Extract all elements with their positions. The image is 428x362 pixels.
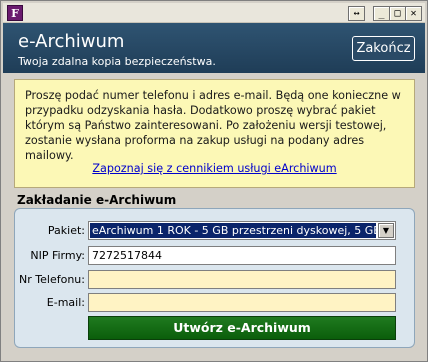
pricing-link[interactable]: Zapoznaj się z cennikiem usługi eArchiwu… xyxy=(15,162,414,175)
header: e-Archiwum Twoja zdalna kopia bezpieczeń… xyxy=(3,23,425,73)
package-select[interactable]: eArchiwum 1 ROK - 5 GB przestrzeni dysko… xyxy=(88,221,396,240)
phone-field[interactable] xyxy=(88,270,396,289)
info-box: Proszę podać numer telefonu i adres e-ma… xyxy=(14,79,415,188)
title-bar[interactable]: F ↔ _ □ ✕ xyxy=(3,3,425,23)
info-text: Proszę podać numer telefonu i adres e-ma… xyxy=(25,89,401,162)
package-selected-value: eArchiwum 1 ROK - 5 GB przestrzeni dysko… xyxy=(90,223,376,238)
app-icon: F xyxy=(7,5,23,21)
package-label: Pakiet: xyxy=(47,224,85,237)
resize-icon[interactable]: ↔ xyxy=(348,6,365,21)
nip-label: NIP Firmy: xyxy=(30,249,85,262)
email-label: E-mail: xyxy=(46,296,85,309)
app-subtitle: Twoja zdalna kopia bezpieczeństwa. xyxy=(18,55,216,68)
close-window-button[interactable]: ✕ xyxy=(405,6,422,21)
create-archive-button[interactable]: Utwórz e-Archiwum xyxy=(88,316,396,340)
section-title: Zakładanie e-Archiwum xyxy=(17,193,177,207)
app-window: F ↔ _ □ ✕ e-Archiwum Twoja zdalna kopia … xyxy=(0,0,428,362)
signup-form: Pakiet: eArchiwum 1 ROK - 5 GB przestrze… xyxy=(14,208,415,348)
app-title: e-Archiwum xyxy=(18,31,125,52)
finish-button[interactable]: Zakończ xyxy=(352,36,415,61)
chevron-down-icon[interactable]: ▼ xyxy=(378,223,394,238)
maximize-button[interactable]: □ xyxy=(389,6,406,21)
email-field[interactable] xyxy=(88,293,396,312)
minimize-button[interactable]: _ xyxy=(373,6,390,21)
phone-label: Nr Telefonu: xyxy=(19,273,85,286)
nip-field[interactable]: 7272517844 xyxy=(88,246,396,265)
